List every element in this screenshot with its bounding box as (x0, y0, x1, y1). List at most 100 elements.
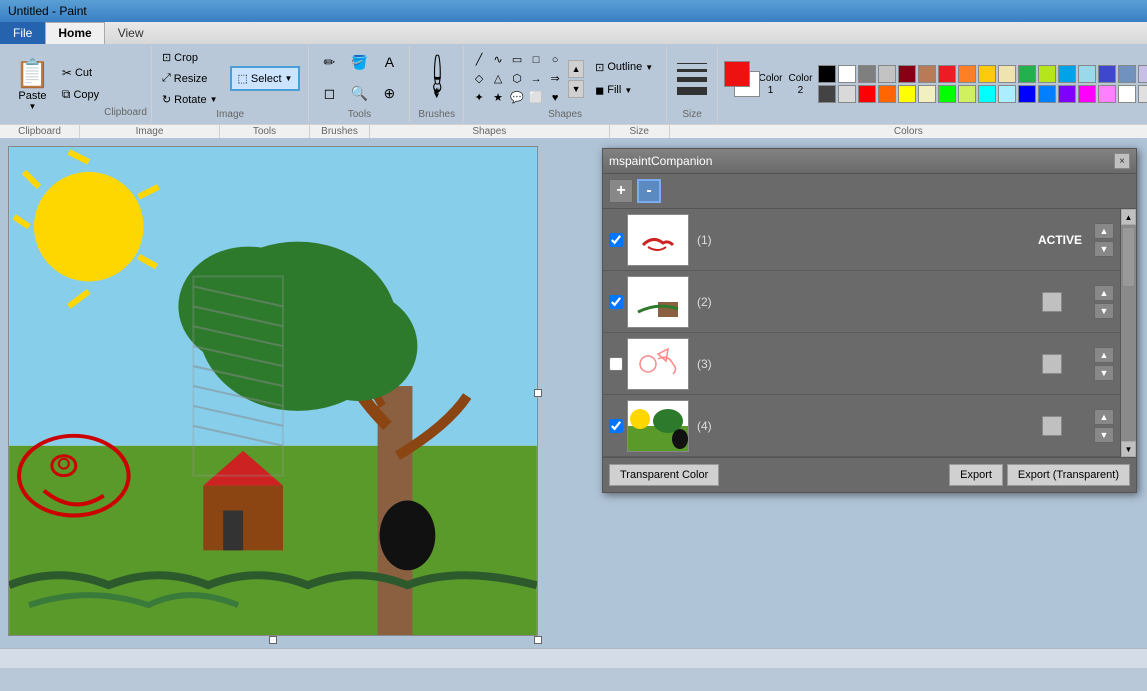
scroll-up-arrow[interactable]: ▲ (1121, 209, 1136, 225)
add-layer-button[interactable]: + (609, 179, 633, 203)
shape-star4[interactable]: ✦ (470, 89, 488, 107)
swatch-ltgray2[interactable] (838, 85, 856, 103)
layer-3-up[interactable]: ▲ (1094, 347, 1114, 363)
swatch-green[interactable] (1018, 65, 1036, 83)
layer-4-checkbox[interactable] (609, 419, 623, 433)
resize-handle-corner[interactable] (534, 636, 542, 644)
swatch-darkred[interactable] (898, 65, 916, 83)
layer-1-down[interactable]: ▼ (1094, 241, 1114, 257)
swatch-ltblue[interactable] (1078, 65, 1096, 83)
layer-2-down[interactable]: ▼ (1094, 303, 1114, 319)
swatch-yellow2[interactable] (898, 85, 916, 103)
copy-button[interactable]: ⧉ Copy (57, 85, 104, 104)
shape-star5[interactable]: ★ (489, 89, 507, 107)
fill-tool[interactable]: 🪣 (345, 48, 373, 76)
layer-4-vis-box[interactable] (1042, 416, 1062, 436)
shapes-down-arrow[interactable]: ▼ (568, 80, 584, 98)
swatch-red2[interactable] (858, 85, 876, 103)
shape-ellipse[interactable]: ○ (546, 51, 564, 69)
swatch-purple[interactable] (1098, 65, 1116, 83)
text-tool[interactable]: A (375, 48, 403, 76)
scroll-down-arrow[interactable]: ▼ (1121, 441, 1136, 457)
rotate-button[interactable]: ↻ Rotate ▼ (156, 90, 224, 109)
shape-arrow2[interactable]: ⇒ (546, 70, 564, 88)
swatch-darkgray2[interactable] (818, 85, 836, 103)
swatch-ltgray[interactable] (878, 65, 896, 83)
shape-curve[interactable]: ∿ (489, 51, 507, 69)
shape-triangle[interactable]: △ (489, 70, 507, 88)
tab-file[interactable]: File (0, 22, 45, 44)
swatch-yellowgreen[interactable] (958, 85, 976, 103)
eraser-tool[interactable]: ◻ (315, 80, 343, 108)
layer-1-checkbox[interactable] (609, 233, 623, 247)
swatch-ltcyan[interactable] (998, 85, 1016, 103)
layer-4-down[interactable]: ▼ (1094, 427, 1114, 443)
color1-box[interactable] (724, 61, 750, 87)
layer-2-vis-box[interactable] (1042, 292, 1062, 312)
brushes-button[interactable]: 🖌 ▼ (419, 48, 455, 109)
swatch-white[interactable] (838, 65, 856, 83)
crop-button[interactable]: ⊡ Crop (156, 48, 224, 67)
swatch-ltgreen[interactable] (1038, 65, 1056, 83)
scroll-thumb[interactable] (1122, 227, 1135, 287)
shape-callout2[interactable]: ⬜ (527, 89, 545, 107)
shapes-up-arrow[interactable]: ▲ (568, 60, 584, 78)
shape-line[interactable]: ╱ (470, 51, 488, 69)
layer-2-up[interactable]: ▲ (1094, 285, 1114, 301)
size-line-4[interactable] (677, 87, 707, 95)
transparent-color-button[interactable]: Transparent Color (609, 464, 719, 486)
swatch-ltgreen2[interactable] (938, 85, 956, 103)
layer-4-up[interactable]: ▲ (1094, 409, 1114, 425)
color-picker-tool[interactable]: 🔍 (345, 80, 373, 108)
size-line-2[interactable] (677, 69, 707, 72)
export-transparent-button[interactable]: Export (Transparent) (1007, 464, 1130, 486)
export-button[interactable]: Export (949, 464, 1003, 486)
select-button[interactable]: ⬚ Select ▼ (230, 66, 301, 91)
shape-rect[interactable]: ▭ (508, 51, 526, 69)
layer-3-vis-box[interactable] (1042, 354, 1062, 374)
swatch-orange[interactable] (958, 65, 976, 83)
swatch-red[interactable] (938, 65, 956, 83)
shape-heart[interactable]: ♥ (546, 89, 564, 107)
shape-arrow1[interactable]: → (527, 70, 545, 88)
layer-1-up[interactable]: ▲ (1094, 223, 1114, 239)
shape-diamond[interactable]: ◇ (470, 70, 488, 88)
swatch-lightyellow[interactable] (998, 65, 1016, 83)
resize-handle-bottom[interactable] (269, 636, 277, 644)
color2-label[interactable]: Color 2 (789, 73, 813, 96)
layer-3-down[interactable]: ▼ (1094, 365, 1114, 381)
swatch-yellow[interactable] (978, 65, 996, 83)
outline-button[interactable]: ⊡ Outline ▼ (588, 58, 660, 77)
companion-close-button[interactable]: × (1114, 153, 1130, 169)
swatch-ltyelow2[interactable] (918, 85, 936, 103)
layer-2-checkbox[interactable] (609, 295, 623, 309)
shape-rect2[interactable]: □ (527, 51, 545, 69)
swatch-blue2[interactable] (1018, 85, 1036, 103)
size-line-3[interactable] (677, 77, 707, 82)
swatch-white3[interactable] (1118, 85, 1136, 103)
tab-view[interactable]: View (105, 22, 157, 44)
paste-button[interactable]: 📋 Paste ▼ (8, 48, 57, 120)
resize-button[interactable]: ⤢ Resize (156, 69, 224, 88)
swatch-gray[interactable] (858, 65, 876, 83)
swatch-indigo[interactable] (1058, 85, 1076, 103)
swatch-cornblue[interactable] (1038, 85, 1056, 103)
swatch-orange2[interactable] (878, 85, 896, 103)
resize-handle-right[interactable] (534, 389, 542, 397)
swatch-cyan[interactable] (978, 85, 996, 103)
layer-3-checkbox[interactable] (609, 357, 623, 371)
cut-button[interactable]: ✂ Cut (57, 64, 104, 82)
magnify-tool[interactable]: ⊕ (375, 80, 403, 108)
swatch-fuchsia[interactable] (1078, 85, 1096, 103)
shape-callout1[interactable]: 💬 (508, 89, 526, 107)
pencil-tool[interactable]: ✏ (315, 48, 343, 76)
paint-canvas[interactable] (8, 146, 538, 636)
swatch-lilac[interactable] (1138, 65, 1147, 83)
remove-layer-button[interactable]: - (637, 179, 661, 203)
swatch-black[interactable] (818, 65, 836, 83)
shape-hex[interactable]: ⬡ (508, 70, 526, 88)
swatch-lavender[interactable] (1118, 65, 1136, 83)
swatch-blue[interactable] (1058, 65, 1076, 83)
fill-button[interactable]: ◼ Fill ▼ (588, 81, 660, 100)
swatch-brown[interactable] (918, 65, 936, 83)
